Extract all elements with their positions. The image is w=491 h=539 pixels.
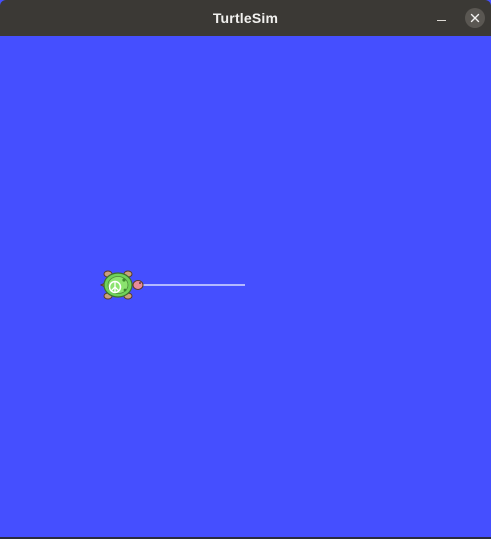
minimize-icon <box>437 20 446 21</box>
close-button[interactable] <box>465 8 485 28</box>
turtle-canvas <box>0 36 491 537</box>
turtle-icon <box>99 270 144 300</box>
window-title: TurtleSim <box>212 10 279 26</box>
pen-trail <box>138 284 245 286</box>
title-bar[interactable]: TurtleSim <box>0 0 491 36</box>
minimize-button[interactable] <box>430 6 454 30</box>
close-icon <box>470 13 480 23</box>
turtlesim-window: TurtleSim <box>0 0 491 539</box>
